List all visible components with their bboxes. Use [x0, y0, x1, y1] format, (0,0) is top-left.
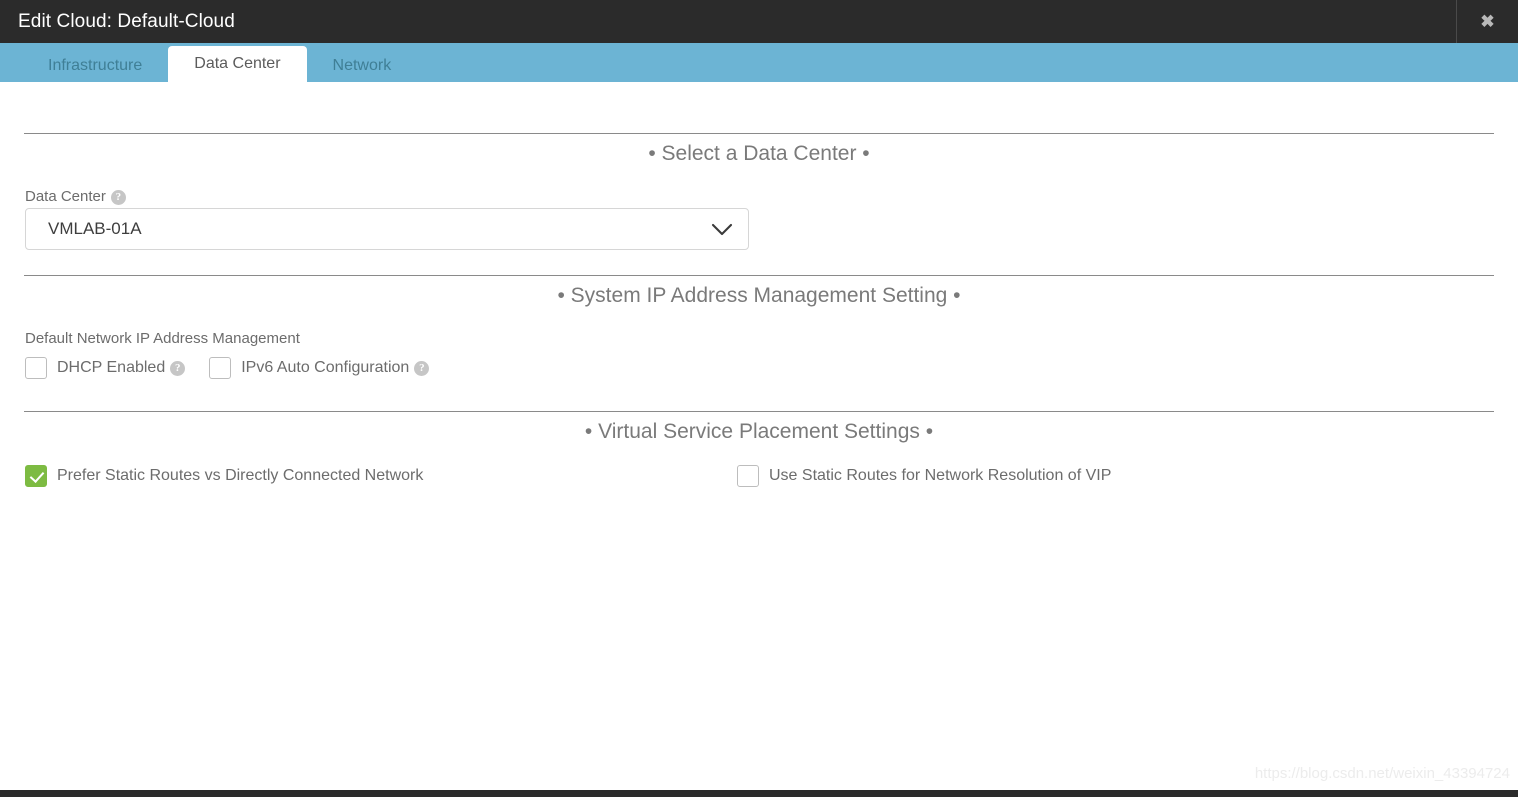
tab-bar: Infrastructure Data Center Network: [0, 43, 1518, 82]
tab-network[interactable]: Network: [307, 49, 418, 82]
section-title-system-ip-management: • System IP Address Management Setting •: [557, 284, 961, 307]
data-center-select-value: VMLAB-01A: [48, 219, 142, 238]
close-button[interactable]: ✖: [1456, 0, 1518, 43]
edit-cloud-dialog: Edit Cloud: Default-Cloud ✖ Infrastructu…: [0, 0, 1518, 797]
placement-checkbox-use-static-routes-row: Use Static Routes for Network Resolution…: [737, 465, 1111, 487]
section-title-select-data-center: • Select a Data Center •: [648, 142, 870, 165]
data-center-select[interactable]: VMLAB-01A: [25, 208, 749, 250]
checkbox-dhcp-enabled[interactable]: [25, 357, 47, 379]
ip-management-checkbox-row: DHCP Enabled ? IPv6 Auto Configuration ?: [25, 357, 430, 379]
default-network-ip-label: Default Network IP Address Management: [25, 330, 300, 347]
checkbox-dhcp-enabled-label[interactable]: DHCP Enabled: [57, 359, 165, 377]
checkbox-use-static-routes-vip[interactable]: [737, 465, 759, 487]
data-center-label-text: Data Center: [25, 188, 106, 205]
section-divider-1: [24, 133, 1494, 134]
help-icon-data-center[interactable]: ?: [110, 190, 126, 205]
section-title-virtual-service-placement: • Virtual Service Placement Settings •: [584, 420, 934, 443]
data-center-field-label: Data Center?: [25, 188, 126, 205]
tab-panel-data-center: • Select a Data Center • Data Center? VM…: [0, 82, 1518, 790]
placement-checkbox-prefer-static-routes-row: Prefer Static Routes vs Directly Connect…: [25, 465, 423, 487]
tab-data-center[interactable]: Data Center: [168, 46, 307, 82]
close-icon: ✖: [1480, 12, 1495, 31]
watermark: https://blog.csdn.net/weixin_43394724: [1254, 765, 1510, 782]
help-icon-dhcp-enabled[interactable]: ?: [170, 360, 186, 376]
chevron-down-icon: [696, 223, 748, 236]
checkbox-ipv6-auto-configuration[interactable]: [209, 357, 232, 379]
checkbox-use-static-routes-vip-label[interactable]: Use Static Routes for Network Resolution…: [769, 467, 1111, 485]
section-divider-3: [24, 411, 1494, 412]
section-divider-2: [24, 275, 1494, 276]
checkbox-prefer-static-routes-label[interactable]: Prefer Static Routes vs Directly Connect…: [57, 467, 423, 485]
help-icon-ipv6-auto-configuration[interactable]: ?: [414, 360, 430, 376]
checkbox-prefer-static-routes[interactable]: [25, 465, 47, 487]
dialog-title: Edit Cloud: Default-Cloud: [18, 11, 235, 32]
dialog-titlebar: Edit Cloud: Default-Cloud ✖: [0, 0, 1518, 43]
bottom-bar: [0, 790, 1518, 797]
checkbox-ipv6-auto-configuration-label[interactable]: IPv6 Auto Configuration: [241, 359, 409, 377]
tab-infrastructure[interactable]: Infrastructure: [22, 49, 168, 82]
